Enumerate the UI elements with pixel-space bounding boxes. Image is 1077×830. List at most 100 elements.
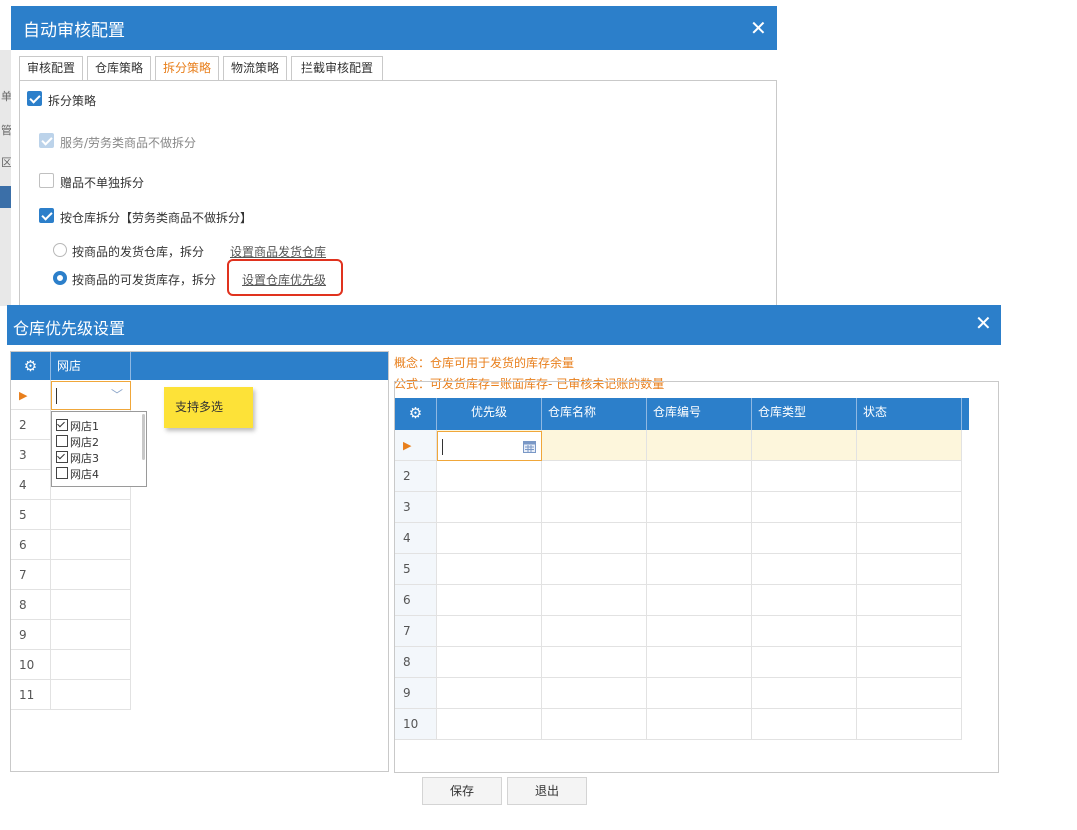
warehouse-type-cell[interactable] [752,461,857,492]
warehouse-name-cell[interactable] [542,678,647,709]
column-header-warehouse-name[interactable]: 仓库名称 [542,398,647,430]
table-row[interactable]: 5 [395,554,962,585]
table-row[interactable]: 8 [395,647,962,678]
tab-split-strategy[interactable]: 拆分策略 [155,56,219,80]
warehouse-type-cell[interactable] [752,430,857,461]
shop-cell[interactable] [51,530,131,560]
shop-option-4[interactable]: 网店4 [56,466,99,482]
shop-option-2[interactable]: 网店2 [56,434,99,450]
shop-option-3[interactable]: 网店3 [56,450,99,466]
table-row[interactable]: 6 [395,585,962,616]
warehouse-name-cell[interactable] [542,709,647,740]
column-header-warehouse-code[interactable]: 仓库编号 [647,398,752,430]
shop-column-header[interactable]: 网店 [51,352,131,380]
option-checkbox[interactable] [56,419,68,431]
tab-warehouse-strategy[interactable]: 仓库策略 [87,56,151,80]
option-checkbox[interactable] [56,451,68,463]
gift-no-split-checkbox[interactable] [39,173,54,188]
warehouse-code-cell[interactable] [647,492,752,523]
warehouse-type-cell[interactable] [752,585,857,616]
status-cell[interactable] [857,647,962,678]
gear-icon[interactable]: ⚙ [395,398,437,430]
status-cell[interactable] [857,616,962,647]
split-strategy-checkbox[interactable] [27,91,42,106]
status-cell[interactable] [857,461,962,492]
close-icon[interactable]: ✕ [975,313,992,333]
priority-cell[interactable] [437,616,542,647]
warehouse-code-cell[interactable] [647,430,752,461]
warehouse-name-cell[interactable] [542,430,647,461]
calendar-icon[interactable] [523,440,536,453]
status-cell[interactable] [857,492,962,523]
table-row[interactable]: ▶ [395,430,962,461]
warehouse-type-cell[interactable] [752,523,857,554]
split-by-warehouse-checkbox[interactable] [39,208,54,223]
warehouse-name-cell[interactable] [542,461,647,492]
status-cell[interactable] [857,523,962,554]
status-cell[interactable] [857,430,962,461]
warehouse-type-cell[interactable] [752,709,857,740]
available-stock-radio[interactable] [53,271,67,285]
status-cell[interactable] [857,709,962,740]
table-row[interactable]: 2 [395,461,962,492]
warehouse-name-cell[interactable] [542,616,647,647]
priority-cell[interactable] [437,709,542,740]
column-header-warehouse-type[interactable]: 仓库类型 [752,398,857,430]
warehouse-code-cell[interactable] [647,647,752,678]
priority-cell[interactable] [437,647,542,678]
gear-icon[interactable]: ⚙ [11,352,51,380]
shop-option-1[interactable]: 网店1 [56,418,99,434]
warehouse-type-cell[interactable] [752,554,857,585]
column-header-priority[interactable]: 优先级 [437,398,542,430]
table-row[interactable]: 9 [395,678,962,709]
priority-cell[interactable] [437,523,542,554]
save-button[interactable]: 保存 [422,777,502,805]
shop-cell[interactable] [51,500,131,530]
option-checkbox[interactable] [56,435,68,447]
shop-select-input[interactable]: ﹀ [51,381,131,410]
warehouse-name-cell[interactable] [542,554,647,585]
priority-cell[interactable] [437,554,542,585]
exit-button[interactable]: 退出 [507,777,587,805]
priority-input[interactable] [437,431,542,461]
warehouse-code-cell[interactable] [647,461,752,492]
tab-intercept-audit-config[interactable]: 拦截审核配置 [291,56,383,80]
shop-cell[interactable] [51,590,131,620]
close-icon[interactable]: ✕ [750,18,767,38]
warehouse-type-cell[interactable] [752,647,857,678]
column-header-status[interactable]: 状态 [857,398,962,430]
warehouse-code-cell[interactable] [647,678,752,709]
warehouse-code-cell[interactable] [647,554,752,585]
warehouse-type-cell[interactable] [752,678,857,709]
priority-cell[interactable] [437,492,542,523]
shop-cell[interactable] [51,620,131,650]
priority-cell[interactable] [437,585,542,616]
warehouse-code-cell[interactable] [647,709,752,740]
chevron-down-icon[interactable]: ﹀ [111,386,123,403]
tab-logistics-strategy[interactable]: 物流策略 [223,56,287,80]
warehouse-name-cell[interactable] [542,492,647,523]
table-row[interactable]: 3 [395,492,962,523]
shop-cell[interactable] [51,560,131,590]
warehouse-name-cell[interactable] [542,585,647,616]
table-row[interactable]: 10 [395,709,962,740]
warehouse-name-cell[interactable] [542,647,647,678]
warehouse-type-cell[interactable] [752,616,857,647]
warehouse-type-cell[interactable] [752,492,857,523]
status-cell[interactable] [857,585,962,616]
priority-cell[interactable] [437,678,542,709]
ship-warehouse-radio[interactable] [53,243,67,257]
tab-audit-config[interactable]: 审核配置 [19,56,83,80]
table-row[interactable]: 7 [395,616,962,647]
warehouse-code-cell[interactable] [647,523,752,554]
option-checkbox[interactable] [56,467,68,479]
set-ship-warehouse-link[interactable]: 设置商品发货仓库 [230,243,326,260]
status-cell[interactable] [857,678,962,709]
shop-cell[interactable] [51,650,131,680]
warehouse-code-cell[interactable] [647,585,752,616]
shop-cell[interactable] [51,680,131,710]
status-cell[interactable] [857,554,962,585]
dropdown-scrollbar[interactable] [142,414,145,460]
priority-cell[interactable] [437,461,542,492]
table-row[interactable]: 4 [395,523,962,554]
